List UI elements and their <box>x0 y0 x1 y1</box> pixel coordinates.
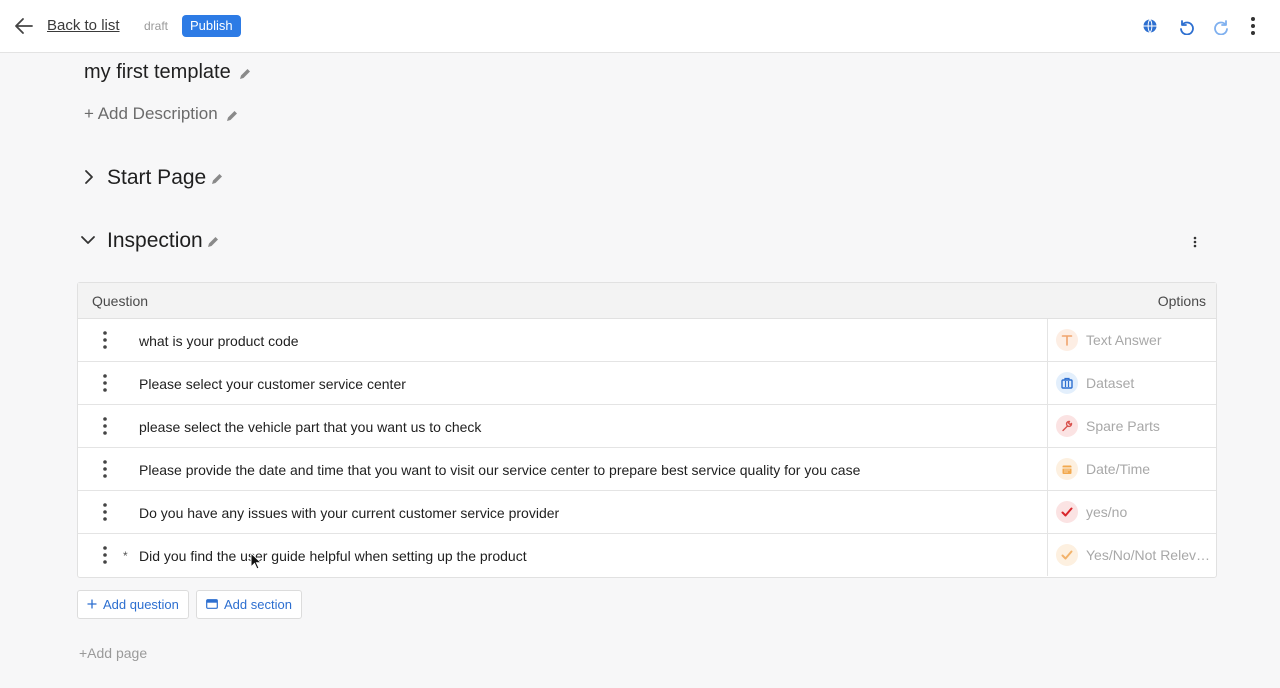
drag-handle-icon[interactable] <box>96 416 114 436</box>
question-text[interactable]: Did you find the user guide helpful when… <box>139 548 527 564</box>
check-icon <box>1056 544 1078 566</box>
template-title[interactable]: my first template <box>84 61 231 84</box>
add-question-label: Add question <box>103 597 179 612</box>
status-badge: draft <box>144 19 169 33</box>
add-description-link[interactable]: + Add Description <box>84 104 218 124</box>
response-type-cell[interactable]: Text Answer <box>1047 319 1216 361</box>
dataset-icon <box>1056 372 1078 394</box>
table-row[interactable]: Do you have any issues with your current… <box>78 491 1216 534</box>
drag-handle-icon[interactable] <box>96 330 114 350</box>
undo-icon[interactable] <box>1175 15 1197 37</box>
questions-table: Question Options what is your product co… <box>77 282 1217 578</box>
table-header: Question Options <box>78 283 1216 319</box>
response-type-cell[interactable]: Dataset <box>1047 362 1216 404</box>
response-type-cell[interactable]: yes/no <box>1047 491 1216 533</box>
table-row[interactable]: please select the vehicle part that you … <box>78 405 1216 448</box>
response-type-cell[interactable]: Date/Time <box>1047 448 1216 490</box>
response-type-cell[interactable]: Spare Parts <box>1047 405 1216 447</box>
table-row[interactable]: Please provide the date and time that yo… <box>78 448 1216 491</box>
response-type-label: Spare Parts <box>1086 418 1160 434</box>
back-to-list-link[interactable]: Back to list <box>47 17 120 34</box>
check-icon <box>1056 501 1078 523</box>
drag-handle-icon[interactable] <box>96 459 114 479</box>
question-text[interactable]: what is your product code <box>139 333 299 349</box>
response-type-label: yes/no <box>1086 504 1128 520</box>
more-vertical-icon[interactable] <box>1242 15 1264 37</box>
response-type-label: Dataset <box>1086 375 1135 391</box>
edit-page-pencil-icon[interactable] <box>210 172 224 186</box>
question-text[interactable]: Please select your customer service cent… <box>139 376 406 392</box>
redo-icon[interactable] <box>1211 15 1233 37</box>
add-question-button[interactable]: Add question <box>77 590 189 619</box>
question-text[interactable]: please select the vehicle part that you … <box>139 419 481 435</box>
drag-handle-icon[interactable] <box>96 502 114 522</box>
response-type-cell[interactable]: Yes/No/Not Relevant <box>1047 534 1216 576</box>
question-text[interactable]: Do you have any issues with your current… <box>139 505 559 521</box>
plus-icon <box>87 597 97 612</box>
edit-page-pencil-icon[interactable] <box>206 235 220 249</box>
column-options-header: Options <box>1157 293 1206 309</box>
top-bar: Back to list draft Publish <box>0 0 1280 53</box>
page-title-inspection[interactable]: Inspection <box>107 229 203 253</box>
section-icon <box>206 597 218 612</box>
add-section-button[interactable]: Add section <box>196 590 302 619</box>
mouse-cursor-icon <box>250 551 263 570</box>
back-arrow-icon[interactable] <box>12 14 36 38</box>
response-type-label: Date/Time <box>1086 461 1151 477</box>
globe-icon[interactable] <box>1139 15 1161 37</box>
drag-handle-icon[interactable] <box>96 373 114 393</box>
page-title-start[interactable]: Start Page <box>107 166 206 190</box>
drag-handle-icon[interactable] <box>96 545 114 565</box>
required-marker: * <box>123 549 128 563</box>
add-section-label: Add section <box>224 597 292 612</box>
table-row[interactable]: Please select your customer service cent… <box>78 362 1216 405</box>
publish-button[interactable]: Publish <box>182 15 241 37</box>
wrench-icon <box>1056 415 1078 437</box>
collapse-chevron-down-icon[interactable] <box>79 231 97 249</box>
calendar-icon <box>1056 458 1078 480</box>
section-more-icon[interactable] <box>1186 233 1204 251</box>
edit-description-pencil-icon[interactable] <box>225 109 239 123</box>
edit-title-pencil-icon[interactable] <box>238 67 252 81</box>
text-icon <box>1056 329 1078 351</box>
add-page-link[interactable]: +Add page <box>79 645 147 661</box>
table-row[interactable]: what is your product code Text Answer <box>78 319 1216 362</box>
question-text[interactable]: Please provide the date and time that yo… <box>139 462 860 478</box>
table-row[interactable]: * Did you find the user guide helpful wh… <box>78 534 1216 577</box>
response-type-label: Yes/No/Not Relevant <box>1086 547 1212 563</box>
response-type-label: Text Answer <box>1086 332 1162 348</box>
expand-chevron-right-icon[interactable] <box>80 168 98 186</box>
column-question-header: Question <box>92 293 149 309</box>
